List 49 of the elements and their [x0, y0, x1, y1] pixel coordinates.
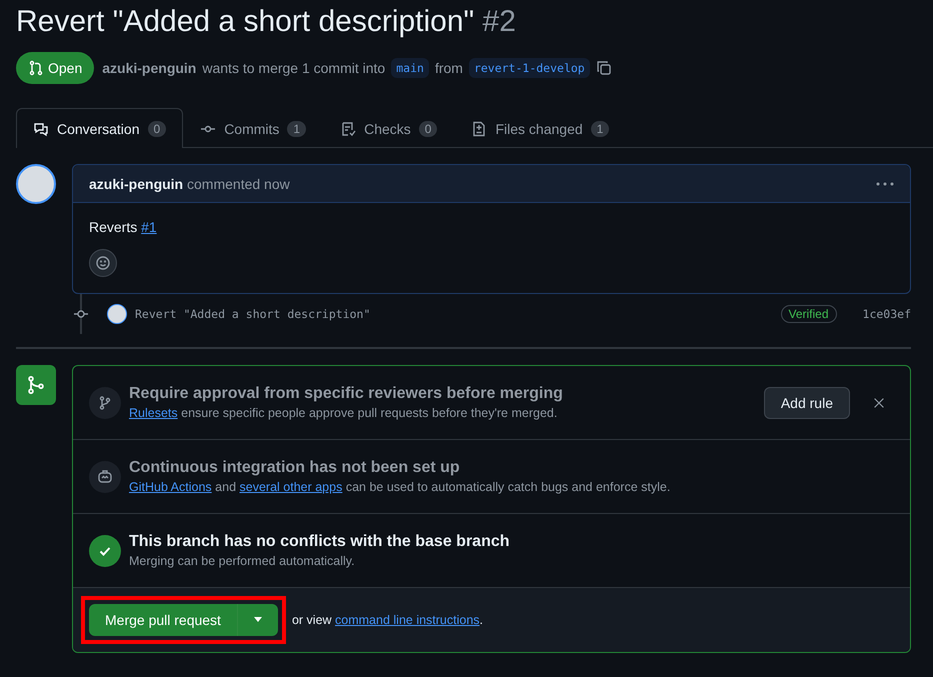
command-line-hint: or view command line instructions.: [292, 613, 484, 627]
tab-count: 0: [148, 120, 166, 136]
commit-sha[interactable]: 1ce03ef: [862, 307, 911, 321]
comment-header-text: azuki-penguin commented now: [89, 176, 290, 192]
branch-icon: [97, 394, 113, 410]
comment-body: Reverts #1: [89, 219, 157, 235]
tab-count: 1: [590, 120, 610, 136]
command-line-link[interactable]: command line instructions: [335, 613, 480, 627]
tab[interactable]: Commits 1: [183, 108, 324, 148]
chat-icon: [33, 120, 49, 136]
tab[interactable]: Conversation 0: [16, 108, 184, 148]
caret-icon: [252, 617, 263, 623]
section-description: Merging can be performed automatically.: [129, 554, 356, 568]
section-description: GitHub Actions and several other apps can be used to automatically catch bugs and enforce style.: [129, 480, 670, 494]
add-reaction-button[interactable]: [89, 249, 117, 277]
more-options-icon[interactable]: [876, 182, 894, 186]
checklist-icon: [340, 120, 356, 136]
help-link[interactable]: GitHub Actions: [129, 480, 212, 494]
tab[interactable]: Files changed 1: [454, 108, 626, 148]
section-title: Continuous integration has not been set up: [129, 459, 461, 477]
from-text: from: [434, 60, 463, 76]
avatar[interactable]: [16, 164, 56, 204]
open-status-badge: Open: [16, 52, 94, 84]
merge-pull-request-button[interactable]: Merge pull request: [89, 604, 238, 636]
copy-icon[interactable]: [596, 60, 612, 76]
head-branch[interactable]: revert-1-develop: [468, 58, 590, 78]
issue-link[interactable]: #1: [141, 219, 157, 235]
commit-message[interactable]: Revert "Added a short description": [135, 307, 370, 321]
help-link[interactable]: several other apps: [240, 480, 342, 494]
smiley-icon: [95, 255, 111, 271]
section-title: This branch has no conflicts with the base branch: [129, 533, 510, 551]
commit-avatar[interactable]: [107, 304, 127, 324]
close-icon: [872, 396, 886, 410]
base-branch[interactable]: main: [391, 58, 429, 78]
check-circle-icon: [89, 534, 121, 566]
tab-count: 0: [418, 120, 438, 136]
merge-icon: [16, 365, 56, 405]
author-link[interactable]: azuki-penguin: [102, 60, 196, 76]
verified-badge[interactable]: Verified: [780, 305, 837, 323]
tab-count: 1: [287, 120, 306, 136]
help-link[interactable]: Rulesets: [129, 406, 178, 420]
pull-request-title: Revert "Added a short description" #2: [16, 4, 517, 40]
section-description: Rulesets ensure specific people approve pull requests before they're merged.: [129, 406, 558, 420]
add-rule-button[interactable]: Add rule: [764, 386, 850, 418]
merge-description: wants to merge 1 commit into: [202, 60, 386, 76]
robot-icon: [97, 468, 113, 484]
tab[interactable]: Checks 0: [323, 108, 454, 148]
file-diff-icon: [471, 120, 488, 136]
section-title: Require approval from specific reviewers before merging: [129, 385, 563, 403]
